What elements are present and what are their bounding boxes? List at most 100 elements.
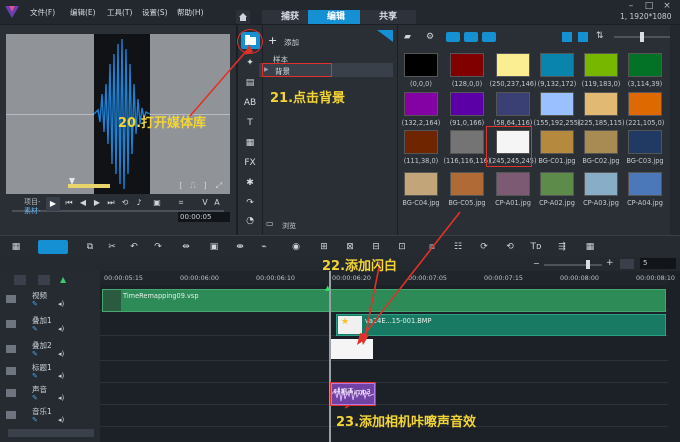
end-icon[interactable]: ⏭: [106, 198, 116, 208]
timecode-field[interactable]: 00:00:05: [178, 212, 230, 222]
track-lane[interactable]: [100, 361, 668, 383]
add-folder-label[interactable]: 添加: [284, 37, 299, 48]
trim-selection[interactable]: [68, 184, 110, 188]
track-edit-icon[interactable]: ✎: [32, 325, 38, 333]
next-frame-icon[interactable]: ▶: [92, 198, 102, 208]
filter-icon[interactable]: ✱: [243, 176, 257, 190]
show-photo-toggle[interactable]: [464, 32, 478, 42]
home-start-icon[interactable]: ⏮: [64, 198, 74, 208]
record-icon[interactable]: ◉: [290, 241, 302, 253]
speed-ramp-icon[interactable]: ⟲: [504, 241, 516, 253]
zoom-in-icon[interactable]: +: [606, 258, 614, 268]
mark-in-icon[interactable]: [: [176, 181, 186, 191]
storyboard-view-icon[interactable]: ▦: [10, 241, 22, 253]
tab-share[interactable]: 共享: [360, 10, 416, 24]
library-thumbnail[interactable]: [540, 172, 574, 196]
sort-icon[interactable]: ⇅: [596, 31, 604, 41]
list-view-icon[interactable]: [562, 32, 572, 42]
library-scrollbar[interactable]: [670, 25, 680, 235]
split-icon[interactable]: ⎍: [188, 181, 198, 191]
library-thumbnail[interactable]: [628, 172, 662, 196]
library-thumbnail[interactable]: [628, 92, 662, 116]
library-thumbnail[interactable]: [496, 53, 530, 77]
instant-project-icon[interactable]: ✦: [243, 56, 257, 70]
mixer-icon[interactable]: ▣: [208, 241, 220, 253]
tools-icon[interactable]: ✂: [106, 241, 118, 253]
chapter-icon[interactable]: [38, 275, 50, 285]
settings-icon[interactable]: ⚙: [426, 32, 434, 42]
library-thumbnail[interactable]: [496, 172, 530, 196]
tracking-icon[interactable]: Tᴅ: [530, 241, 542, 253]
track-mute-icon[interactable]: ◂): [58, 394, 64, 402]
redo-icon[interactable]: ↷: [152, 241, 164, 253]
path-icon[interactable]: ↷: [243, 196, 257, 210]
clip-label[interactable]: 素材-: [24, 206, 41, 216]
menu-settings[interactable]: 设置(S): [142, 7, 168, 18]
fit-icon[interactable]: ⇹: [180, 241, 192, 253]
library-thumbnail[interactable]: [496, 92, 530, 116]
library-thumbnail[interactable]: [404, 172, 438, 196]
track-mute-icon[interactable]: ◂): [58, 416, 64, 424]
library-thumbnail[interactable]: [404, 53, 438, 77]
hd-icon[interactable]: ▣: [152, 198, 162, 208]
library-thumbnail[interactable]: [584, 172, 618, 196]
show-video-toggle[interactable]: [446, 32, 460, 42]
audio-duck-icon[interactable]: ☷: [452, 241, 464, 253]
track-lane[interactable]: [100, 339, 668, 361]
title-icon[interactable]: T: [243, 116, 257, 130]
timeline-view-button[interactable]: [38, 240, 68, 254]
audio-library-icon[interactable]: ▤: [243, 76, 257, 90]
home-button[interactable]: [236, 10, 250, 24]
track-edit-icon[interactable]: ✎: [32, 372, 38, 380]
zoom-icon[interactable]: V: [200, 198, 210, 208]
library-thumbnail[interactable]: [540, 53, 574, 77]
menu-help[interactable]: 帮助(H): [177, 7, 204, 18]
thumb-size-knob[interactable]: [640, 32, 644, 42]
library-thumbnail[interactable]: [628, 130, 662, 154]
copy-icon[interactable]: ⧉: [84, 241, 96, 253]
track-edit-icon[interactable]: ✎: [32, 300, 38, 308]
maximize-icon[interactable]: □: [642, 1, 656, 11]
tab-edit[interactable]: 编辑: [308, 10, 364, 24]
rotate-icon[interactable]: ⟳: [478, 241, 490, 253]
track-mute-icon[interactable]: ◂): [58, 372, 64, 380]
fullscreen-icon[interactable]: ⤢: [214, 181, 224, 191]
library-thumbnail[interactable]: [540, 92, 574, 116]
add-icon[interactable]: +: [268, 34, 277, 47]
library-thumbnail[interactable]: [450, 172, 484, 196]
library-thumbnail[interactable]: [404, 92, 438, 116]
grid-split-icon[interactable]: ⊞: [318, 241, 330, 253]
track-lane[interactable]: [100, 383, 668, 405]
trim-icon[interactable]: ⇶: [556, 241, 568, 253]
track-edit-icon[interactable]: ✎: [32, 350, 38, 358]
playhead[interactable]: [329, 271, 331, 442]
library-thumbnail[interactable]: [584, 92, 618, 116]
library-thumbnail[interactable]: [404, 130, 438, 154]
menu-file[interactable]: 文件(F): [30, 7, 55, 18]
track-scrollbar[interactable]: [8, 429, 94, 437]
track-manager-icon[interactable]: [14, 275, 26, 285]
track-mute-icon[interactable]: ◂): [58, 325, 64, 333]
track-edit-icon[interactable]: ✎: [32, 416, 38, 424]
mask-icon[interactable]: ⊡: [396, 241, 408, 253]
timeline-timecode[interactable]: 5: [640, 258, 676, 269]
close-icon[interactable]: ×: [660, 1, 674, 11]
playhead-marker-icon[interactable]: ▲: [325, 284, 330, 292]
subtitle-icon[interactable]: ⧈: [426, 241, 438, 253]
menu-edit[interactable]: 编辑(E): [70, 7, 96, 18]
graphic-icon[interactable]: ▦: [243, 136, 257, 150]
thumb-view-icon[interactable]: [578, 32, 588, 42]
mark-out-icon[interactable]: ]: [200, 181, 210, 191]
browse-label[interactable]: 浏览: [282, 221, 296, 231]
library-thumbnail[interactable]: [628, 53, 662, 77]
stabilize-icon[interactable]: ▦: [584, 241, 596, 253]
library-thumbnail[interactable]: [584, 53, 618, 77]
library-thumbnail[interactable]: [540, 130, 574, 154]
snapshot-icon[interactable]: ⌗: [176, 198, 186, 208]
track-mute-icon[interactable]: ◂): [58, 350, 64, 358]
undo-icon[interactable]: ↶: [128, 241, 140, 253]
play-button[interactable]: ▶: [46, 197, 60, 211]
volume-icon[interactable]: ♪: [134, 198, 144, 208]
library-thumbnail[interactable]: [450, 130, 484, 154]
overlay-clip[interactable]: ★ va24E...15-001.BMP: [336, 314, 666, 336]
